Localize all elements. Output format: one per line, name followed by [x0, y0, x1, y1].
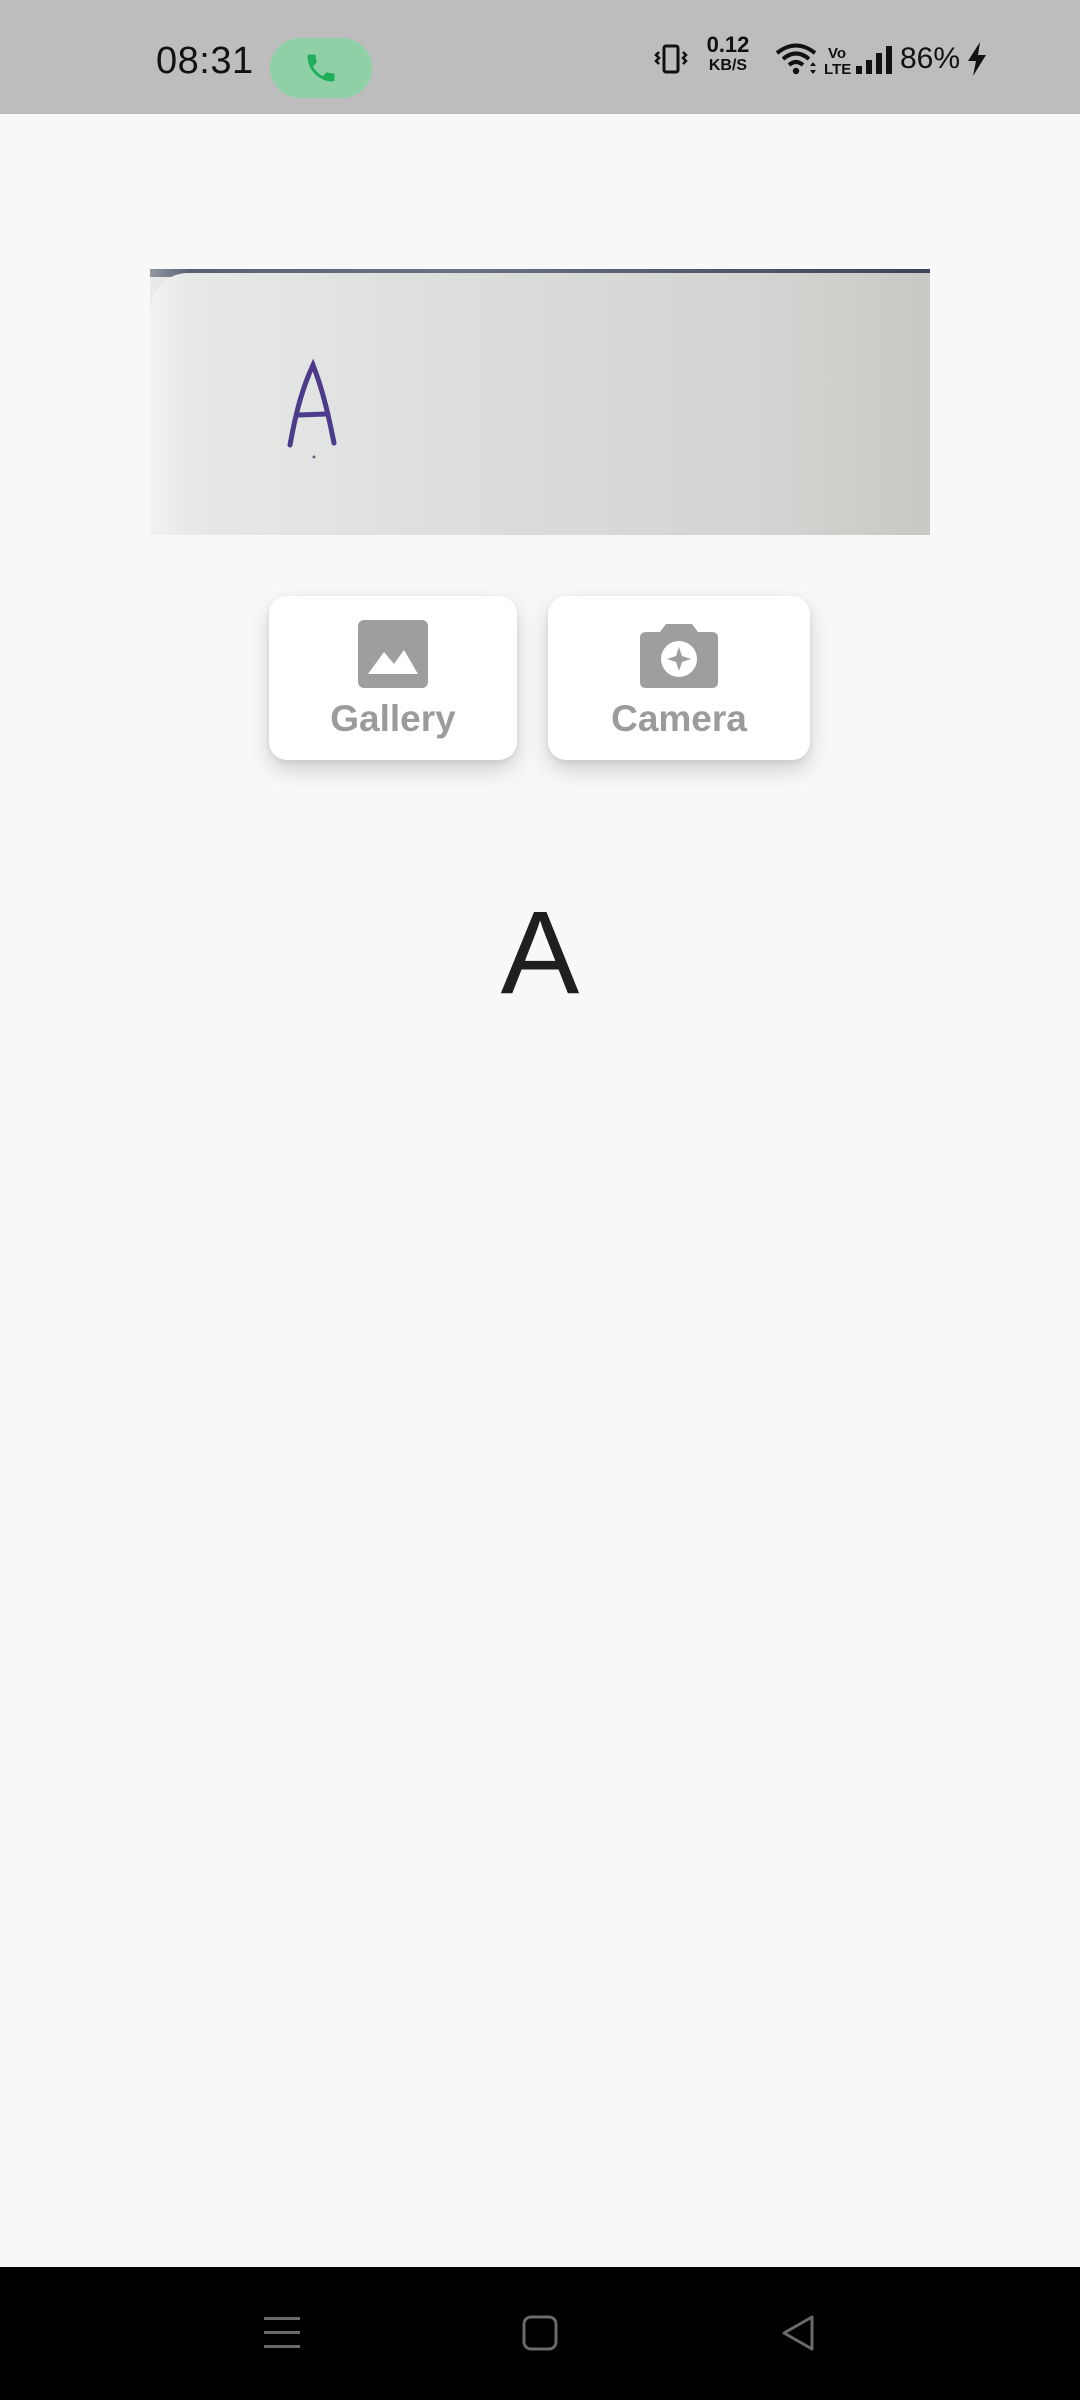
phone-call-icon [307, 54, 335, 82]
vibrate-icon [654, 44, 688, 74]
network-speed-unit: KB/S [708, 57, 748, 74]
menu-icon[interactable] [262, 2311, 302, 2355]
gallery-button-label: Gallery [330, 698, 456, 739]
paper-sheet [150, 273, 930, 535]
app-screen: 08:31 0.12 KB/S Vo LTE 86% Gallery Camer… [0, 0, 1080, 2400]
signal-icon [856, 46, 892, 74]
home-icon[interactable] [520, 2311, 560, 2355]
gallery-button[interactable]: Gallery [269, 596, 517, 760]
back-icon[interactable] [778, 2311, 818, 2355]
volte-bottom: LTE [824, 61, 852, 78]
navigation-bar [0, 2267, 1080, 2400]
volte-top: Vo [827, 45, 847, 62]
status-bar: 08:31 0.12 KB/S Vo LTE 86% [0, 0, 1080, 114]
camera-button[interactable]: Camera [548, 596, 810, 760]
battery-percent: 86% [900, 42, 961, 75]
charging-icon [968, 42, 986, 76]
paper-shade [150, 269, 190, 535]
image-icon [358, 620, 428, 688]
handwritten-letter-drawing [287, 358, 337, 459]
network-speed: 0.12 KB/S [700, 30, 756, 74]
camera-icon [640, 624, 718, 688]
network-speed-value: 0.12 [706, 32, 750, 57]
status-icons: 0.12 KB/S Vo LTE 86% [654, 30, 1014, 86]
wifi-icon [775, 43, 817, 75]
camera-button-label: Camera [611, 698, 747, 739]
recognition-result: A [500, 887, 580, 1019]
selected-image-preview [150, 269, 930, 535]
status-time: 08:31 [156, 40, 254, 82]
ongoing-call-chip[interactable] [270, 38, 372, 98]
volte-indicator: Vo LTE [824, 45, 852, 78]
